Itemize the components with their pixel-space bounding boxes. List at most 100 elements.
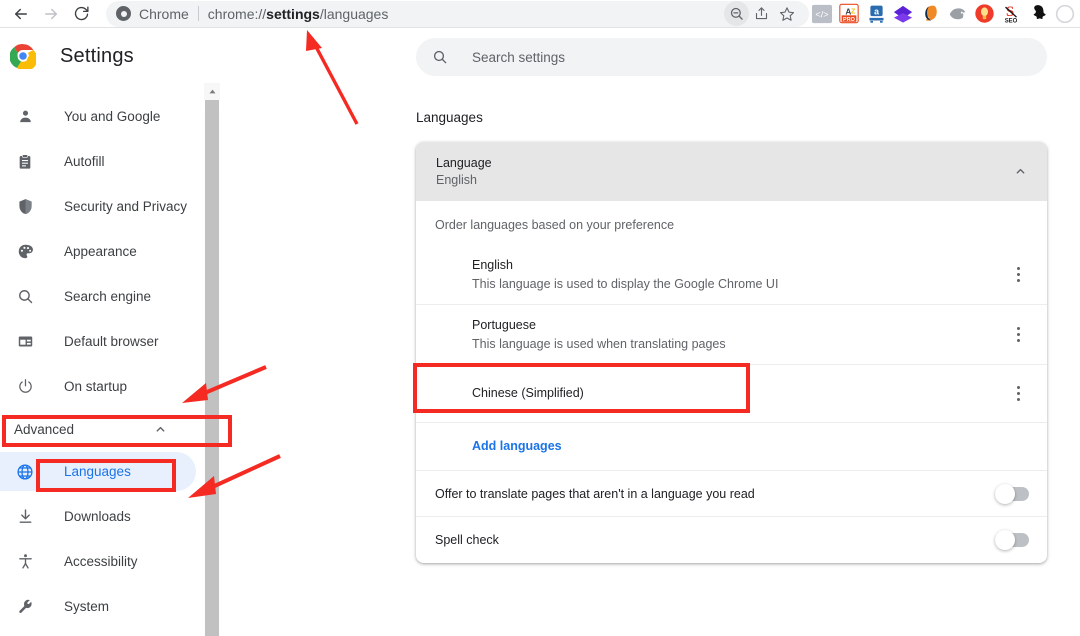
sidebar-item-downloads[interactable]: Downloads [0, 494, 205, 539]
orange-bulb-extension-icon[interactable] [971, 2, 997, 26]
table-row[interactable]: English This language is used to display… [416, 245, 1047, 305]
offer-translate-label: Offer to translate pages that aren't in … [435, 486, 755, 501]
language-entry-text: Portuguese This language is used when tr… [472, 316, 726, 354]
search-input[interactable]: Search settings [416, 38, 1047, 76]
sidebar-scrollbar-thumb[interactable] [205, 100, 219, 636]
svg-text:PRO: PRO [843, 17, 856, 23]
scroll-up-arrow-icon[interactable] [204, 83, 220, 100]
power-icon [14, 376, 36, 398]
language-card-header[interactable]: Language English [416, 142, 1047, 201]
settings-sidebar: Settings You and Google Autofill Securit [0, 28, 205, 636]
magnifier-icon [14, 286, 36, 308]
sidebar-item-label: Autofill [64, 154, 105, 169]
language-card: Language English Order languages based o… [416, 142, 1047, 563]
sidebar-item-label: Languages [64, 464, 131, 479]
svg-text:</>: </> [815, 9, 828, 19]
shield-icon [14, 196, 36, 218]
more-vertical-icon[interactable] [1007, 262, 1029, 288]
sidebar-item-default-browser[interactable]: Default browser [0, 319, 205, 364]
language-card-body: Order languages based on your preference… [416, 201, 1047, 563]
sidebar-item-you-and-google[interactable]: You and Google [0, 94, 205, 139]
sidebar-item-accessibility[interactable]: Accessibility [0, 539, 205, 584]
bookmark-star-icon[interactable] [774, 1, 799, 26]
gray-badge-extension-icon[interactable] [944, 2, 970, 26]
section-title: Languages [416, 110, 483, 125]
orange-swirl-extension-icon[interactable] [917, 2, 943, 26]
code-brackets-extension-icon[interactable]: </> [809, 2, 835, 26]
sidebar-item-autofill[interactable]: Autofill [0, 139, 205, 184]
omnibox-url: chrome://settings/languages [207, 5, 389, 22]
language-entry-text: English This language is used to display… [472, 256, 778, 294]
chrome-icon [116, 6, 131, 21]
sidebar-item-system[interactable]: System [0, 584, 205, 629]
omnibox-separator [197, 6, 199, 21]
sidebar-item-search-engine[interactable]: Search engine [0, 274, 205, 319]
sidebar-item-label: System [64, 599, 110, 614]
chevron-up-icon [154, 423, 167, 436]
partial-extension-icon [1052, 2, 1078, 26]
share-icon[interactable] [749, 1, 774, 26]
forward-arrow-icon [36, 1, 66, 27]
grammar-pro-extension-icon[interactable]: A Z PRO [836, 2, 862, 26]
language-name: English [472, 257, 513, 272]
sidebar-item-languages[interactable]: Languages [0, 449, 205, 494]
more-vertical-icon[interactable] [1007, 381, 1029, 407]
table-row[interactable]: Chinese (Simplified) [416, 365, 1047, 423]
screenshot-root: Chrome chrome://settings/languages </> A… [0, 0, 1080, 636]
extensions-strip: </> A Z PRO a S SEO [809, 2, 1080, 26]
sidebar-item-label: Downloads [64, 509, 131, 524]
chrome-logo-icon [9, 43, 38, 72]
palette-icon [14, 241, 36, 263]
more-vertical-icon[interactable] [1007, 322, 1029, 348]
language-description: This language is used when translating p… [472, 336, 726, 351]
sidebar-item-label: On startup [64, 379, 128, 394]
order-languages-label: Order languages based on your preference [435, 218, 675, 232]
sidebar-item-label: Search engine [64, 289, 152, 304]
add-languages-link[interactable]: Add languages [472, 439, 562, 453]
spell-check-label: Spell check [435, 533, 499, 547]
omnibox-actions [724, 1, 799, 26]
svg-text:a: a [874, 6, 879, 16]
globe-icon [14, 461, 36, 483]
language-entry-text: Chinese (Simplified) [472, 384, 584, 403]
purple-diamond-extension-icon[interactable] [890, 2, 916, 26]
offer-translate-row[interactable]: Offer to translate pages that aren't in … [416, 471, 1047, 517]
spell-check-toggle[interactable] [995, 530, 1029, 550]
omnibox[interactable]: Chrome chrome://settings/languages [106, 0, 809, 27]
sidebar-nav-list: You and Google Autofill Security and Pri… [0, 94, 205, 629]
accessibility-icon [14, 551, 36, 573]
add-languages-row[interactable]: Add languages [416, 423, 1047, 471]
seo-extension-icon[interactable]: S SEO [998, 2, 1024, 26]
wrench-icon [14, 596, 36, 618]
svg-text:SEO: SEO [1005, 19, 1018, 24]
amazon-extension-icon[interactable]: a [863, 2, 889, 26]
sidebar-item-on-startup[interactable]: On startup [0, 364, 205, 409]
offer-translate-toggle[interactable] [995, 483, 1029, 504]
table-row[interactable]: Portuguese This language is used when tr… [416, 305, 1047, 365]
settings-main: Search settings Languages Language Engli… [220, 28, 1080, 636]
sidebar-item-label: Appearance [64, 244, 137, 259]
download-icon [14, 506, 36, 528]
sidebar-item-label: Default browser [64, 334, 159, 349]
language-description: This language is used to display the Goo… [472, 276, 779, 291]
language-card-title: Language [436, 155, 492, 170]
omnibox-app-label: Chrome [139, 5, 189, 22]
sidebar-item-advanced[interactable]: Advanced [0, 409, 205, 449]
sidebar-item-appearance[interactable]: Appearance [0, 229, 205, 274]
spell-check-row[interactable]: Spell check [416, 517, 1047, 563]
language-name: Portuguese [472, 317, 536, 332]
zoom-out-icon[interactable] [724, 1, 749, 26]
browser-toolbar: Chrome chrome://settings/languages </> A… [0, 0, 1080, 28]
advanced-label: Advanced [14, 421, 75, 437]
sidebar-item-label: You and Google [64, 109, 161, 124]
chevron-up-icon[interactable] [1014, 165, 1027, 178]
reload-icon[interactable] [66, 1, 96, 27]
back-arrow-icon[interactable] [6, 1, 36, 27]
language-name: Chinese (Simplified) [472, 386, 584, 400]
clipboard-icon [14, 151, 36, 173]
snapchat-ghost-extension-icon[interactable] [1025, 2, 1051, 26]
sidebar-item-label: Security and Privacy [64, 199, 188, 214]
sidebar-item-security-and-privacy[interactable]: Security and Privacy [0, 184, 205, 229]
page-title: Settings [60, 44, 134, 67]
search-placeholder: Search settings [472, 49, 566, 65]
